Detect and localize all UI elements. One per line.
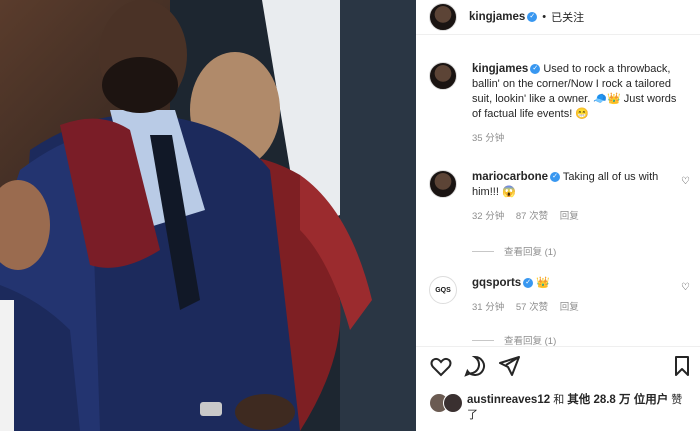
bookmark-icon[interactable] <box>670 354 694 378</box>
follow-status[interactable]: 已关注 <box>551 9 584 25</box>
caption-time[interactable]: 35 分钟 <box>472 133 504 144</box>
likers-avatars <box>429 393 463 423</box>
comment-item: GQS gqsports ✓ 👑 31 分钟 57 次赞 回复 <box>429 276 686 315</box>
liker-username[interactable]: austinreaves12 <box>467 394 550 406</box>
photo-illustration <box>0 0 416 431</box>
comment-meta: 32 分钟 87 次赞 回复 <box>472 209 672 224</box>
verified-icon: ✓ <box>550 172 561 183</box>
header-separator: • <box>542 11 547 23</box>
comment-body: mariocarbone ✓ Taking all of us with him!… <box>472 170 672 224</box>
verified-icon: ✓ <box>523 278 534 289</box>
view-replies[interactable]: 查看回复 (1) <box>472 244 556 258</box>
comment-username[interactable]: gqsports <box>472 277 521 289</box>
comment-likes[interactable]: 87 次赞 <box>516 211 548 222</box>
author-avatar[interactable] <box>429 3 457 31</box>
caption-username[interactable]: kingjames <box>472 63 528 75</box>
caption-body: kingjames ✓ Used to rock a throwback, bal… <box>472 62 686 146</box>
comment-icon[interactable] <box>463 354 487 378</box>
likes-summary: austinreaves12 和 其他 28.8 万 位用户 赞了 <box>429 393 690 423</box>
author-username[interactable]: kingjames <box>469 11 525 23</box>
verified-icon: ✓ <box>530 64 541 75</box>
comment-time[interactable]: 32 分钟 <box>472 211 504 222</box>
share-icon[interactable] <box>497 354 521 378</box>
caption: kingjames ✓ Used to rock a throwback, bal… <box>429 62 686 146</box>
likes-text: austinreaves12 和 其他 28.8 万 位用户 赞了 <box>467 393 690 423</box>
commenter-avatar[interactable]: GQS <box>429 276 457 304</box>
caption-meta: 35 分钟 <box>472 131 686 146</box>
verified-icon: ✓ <box>527 12 538 22</box>
comment-body: gqsports ✓ 👑 31 分钟 57 次赞 回复 <box>472 276 588 315</box>
replies-divider <box>472 339 494 341</box>
likes-count[interactable]: 其他 28.8 万 位用户 <box>567 394 668 406</box>
post-photo[interactable] <box>0 0 416 431</box>
view-replies-text[interactable]: 查看回复 (1) <box>504 244 556 258</box>
instagram-post: kingjames ✓ • 已关注 kingjames ✓ Used to roc… <box>0 0 700 431</box>
heart-icon[interactable] <box>429 354 453 378</box>
comment-username[interactable]: mariocarbone <box>472 171 548 183</box>
comment-likes[interactable]: 57 次赞 <box>516 302 548 313</box>
view-replies-text[interactable]: 查看回复 (1) <box>504 333 556 347</box>
comment-time[interactable]: 31 分钟 <box>472 302 504 313</box>
action-bar <box>416 346 700 385</box>
comment-reply[interactable]: 回复 <box>560 211 579 222</box>
post-header: kingjames ✓ • 已关注 <box>416 0 700 35</box>
comment-item: mariocarbone ✓ Taking all of us with him!… <box>429 170 686 224</box>
liker-avatar[interactable] <box>443 393 463 413</box>
comment-like-heart-icon[interactable]: ♡ <box>681 282 690 293</box>
caption-avatar[interactable] <box>429 62 457 90</box>
comment-text: 👑 <box>536 277 550 289</box>
post-panel: kingjames ✓ • 已关注 kingjames ✓ Used to roc… <box>416 0 700 431</box>
view-replies[interactable]: 查看回复 (1) <box>472 333 556 347</box>
commenter-avatar[interactable] <box>429 170 457 198</box>
replies-divider <box>472 250 494 252</box>
likes-connector: 和 <box>553 394 565 406</box>
comment-like-heart-icon[interactable]: ♡ <box>681 176 690 187</box>
comment-reply[interactable]: 回复 <box>560 302 579 313</box>
comment-meta: 31 分钟 57 次赞 回复 <box>472 300 588 315</box>
